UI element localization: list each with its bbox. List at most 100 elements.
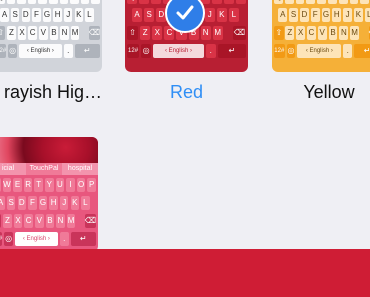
key-m: M — [66, 214, 76, 228]
numbers-key: 12# — [0, 232, 3, 246]
key-z: Z — [285, 26, 295, 40]
theme-label-red[interactable]: Red — [125, 82, 248, 103]
backspace-icon: ⌫ — [89, 26, 100, 40]
key-i: I — [70, 0, 79, 4]
key-a: A — [278, 8, 288, 22]
key-g: G — [42, 8, 52, 22]
suggestion-item: hospital — [67, 165, 93, 172]
space-key: ‹ English › — [18, 44, 62, 58]
shift-icon: ⇧ — [0, 26, 6, 40]
key-c: C — [28, 26, 37, 40]
numbers-key: 12# — [274, 44, 285, 58]
return-icon: ↵ — [217, 44, 246, 58]
globe-icon: ◎ — [141, 44, 152, 58]
space-key: ‹ English › — [14, 232, 58, 246]
key-u: U — [59, 0, 69, 4]
key-g: G — [321, 8, 331, 22]
key-h: H — [53, 8, 62, 22]
key-n: N — [339, 26, 349, 40]
key-j: J — [204, 8, 215, 22]
theme-label-yellow[interactable]: Yellow — [272, 82, 370, 103]
key-e: E — [13, 178, 22, 192]
key-d: D — [17, 196, 27, 210]
theme-label-grayish[interactable]: rayish Hig… — [0, 82, 102, 103]
globe-icon: ◎ — [8, 44, 17, 58]
globe-icon: ◎ — [286, 44, 296, 58]
key-o: O — [223, 0, 234, 4]
key-k: K — [74, 8, 84, 22]
key-y: Y — [45, 178, 54, 192]
apply-bar[interactable] — [0, 249, 370, 297]
key-p: P — [91, 0, 100, 4]
key-f: F — [32, 8, 41, 22]
return-icon: ↵ — [354, 44, 370, 58]
key-y: Y — [328, 0, 337, 4]
space-key: ‹ English › — [153, 44, 204, 58]
key-t: T — [38, 0, 47, 4]
period-key: . — [63, 44, 73, 58]
key-a: A — [132, 8, 143, 22]
key-l: L — [85, 8, 94, 22]
rose-photo-background — [0, 137, 98, 163]
theme-preview-yellow[interactable]: QWERTYUIOPASDFGHJKLZXCVBNM⇧⌫12#◎‹ Englis… — [272, 0, 370, 72]
key-d: D — [21, 8, 31, 22]
key-c: C — [307, 26, 316, 40]
key-q: Q — [0, 178, 1, 192]
key-m: M — [70, 26, 80, 40]
key-e: E — [17, 0, 26, 4]
key-k: K — [70, 196, 80, 210]
key-h: H — [49, 196, 58, 210]
key-e: E — [151, 0, 162, 4]
theme-preview-grayish[interactable]: QWERTYUIOP ASDFGHJKL ZXCVBNM ⇧ ⌫ 12#◎‹ Englis… — [0, 0, 102, 72]
key-r: R — [306, 0, 316, 4]
return-icon: ↵ — [70, 232, 96, 246]
space-key: ‹ English › — [297, 44, 342, 58]
key-w: W — [6, 0, 16, 4]
key-d: D — [300, 8, 309, 22]
theme-preview-rose[interactable]: icial TouchPal hospital QWERTYUIOP ASDFGH… — [0, 137, 98, 252]
key-q: Q — [0, 0, 5, 4]
key-t: T — [34, 178, 43, 192]
key-t: T — [317, 0, 326, 4]
key-y: Y — [49, 0, 58, 4]
key-i: I — [66, 178, 75, 192]
key-z: Z — [7, 26, 16, 40]
key-c: C — [24, 214, 33, 228]
key-s: S — [289, 8, 298, 22]
key-a: A — [0, 196, 5, 210]
numbers-key: 12# — [0, 44, 7, 58]
key-v: V — [34, 214, 44, 228]
key-k: K — [216, 8, 227, 22]
key-b: B — [49, 26, 59, 40]
theme-picker-screen: { "themes": [ {"id": "gray", "label": "r… — [0, 0, 370, 297]
key-l: L — [364, 8, 370, 22]
key-r: R — [27, 0, 37, 4]
period-key: . — [343, 44, 353, 58]
key-f: F — [310, 8, 320, 22]
key-v: V — [317, 26, 327, 40]
return-icon: ↵ — [74, 44, 100, 58]
key-w: W — [284, 0, 294, 4]
key-v: V — [38, 26, 48, 40]
period-key: . — [59, 232, 69, 246]
key-n: N — [60, 26, 69, 40]
key-u: U — [338, 0, 348, 4]
key-l: L — [81, 196, 90, 210]
key-b: B — [45, 214, 55, 228]
key-g: G — [38, 196, 48, 210]
globe-icon: ◎ — [4, 232, 13, 246]
suggestion-item: TouchPal — [26, 163, 62, 175]
key-j: J — [59, 196, 69, 210]
key-r: R — [23, 178, 33, 192]
period-key: . — [205, 44, 216, 58]
shift-icon: ⇧ — [0, 214, 2, 228]
key-o: O — [76, 178, 86, 192]
key-i: I — [349, 0, 359, 4]
key-l: L — [228, 8, 239, 22]
key-x: X — [17, 26, 27, 40]
key-h: H — [332, 8, 342, 22]
key-x: X — [296, 26, 306, 40]
key-z: Z — [3, 214, 12, 228]
backspace-icon: ⌫ — [232, 26, 246, 40]
key-b: B — [328, 26, 338, 40]
